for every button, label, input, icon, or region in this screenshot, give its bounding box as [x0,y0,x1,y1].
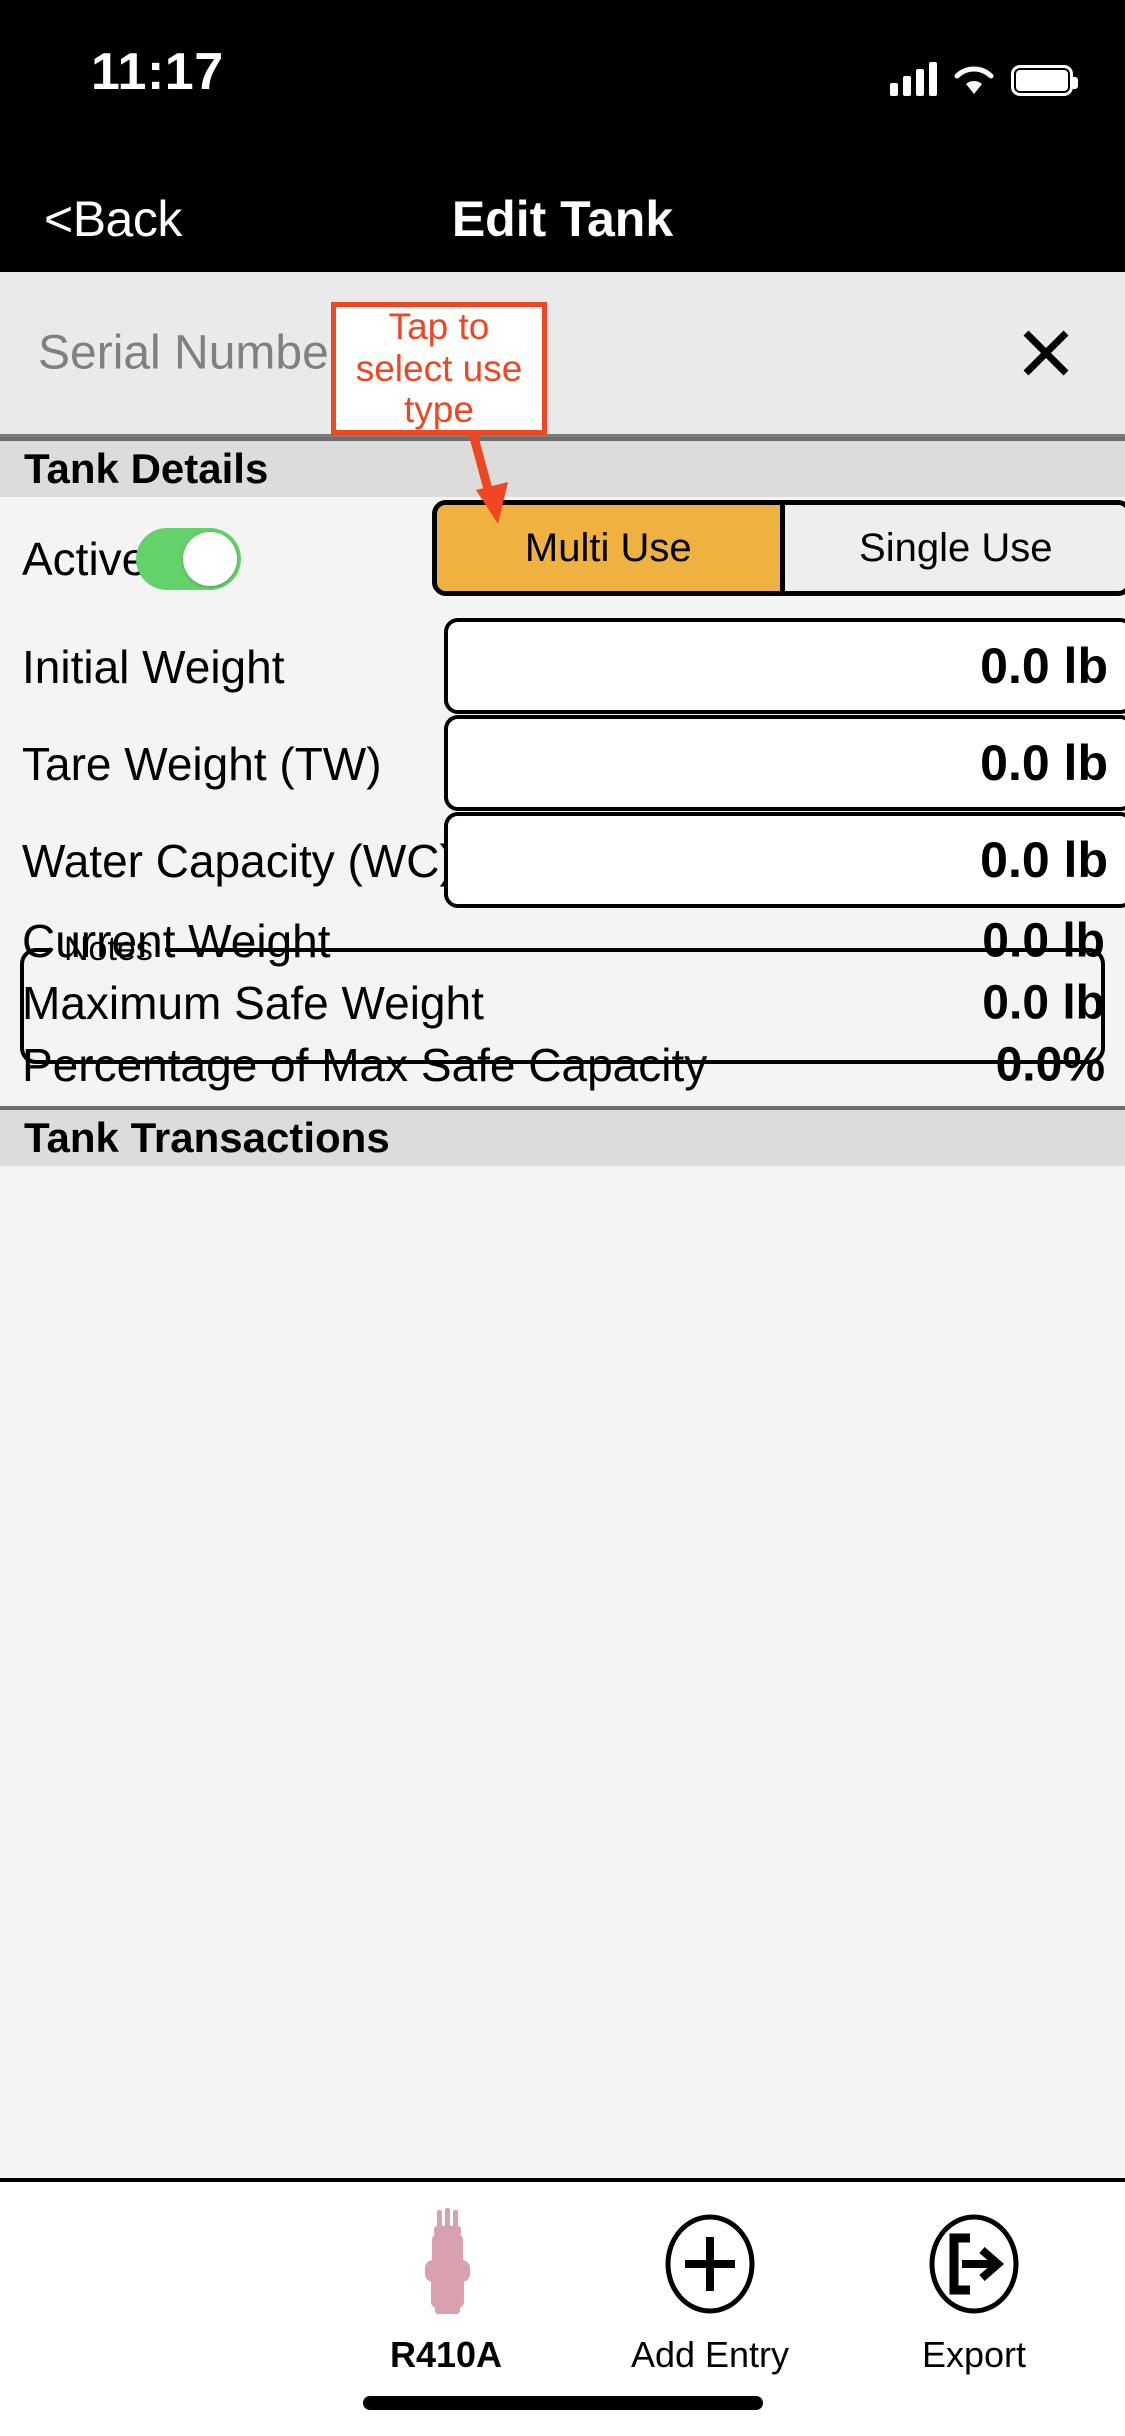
row-active: Active Multi Use Single Use [0,500,1125,618]
tab-label-r410a: R410A [389,2334,503,2375]
annotation-arrow-icon [467,428,508,524]
wifi-icon [953,64,995,96]
tank-transactions-list [0,1166,1125,2182]
clear-serial-button[interactable] [1011,318,1081,388]
status-icons [890,48,1078,96]
notes-input[interactable] [24,969,1101,1060]
notes-legend: Notes [64,930,153,968]
tab-add-entry[interactable]: Add Entry [605,2208,815,2376]
app-screen: 11:17 <Back Edit Tank Serial Number Tank… [0,0,1125,2436]
water-capacity-input[interactable]: 0.0 lb [444,812,1125,908]
tare-weight-label: Tare Weight (TW) [22,738,382,790]
close-x-icon [1023,330,1069,376]
initial-weight-label: Initial Weight [22,641,285,693]
status-time: 11:17 [91,43,224,101]
water-capacity-label: Water Capacity (WC) [22,835,455,887]
section-title-transactions: Tank Transactions [24,1114,390,1161]
status-bar: 11:17 [0,0,1125,166]
section-header-tank-transactions: Tank Transactions [0,1106,1125,1166]
row-water-capacity: Water Capacity (WC) 0.0 lb [0,812,1125,910]
initial-weight-value: 0.0 lb [980,638,1108,694]
tab-label-export: Export [921,2334,1027,2375]
battery-full-icon [1011,65,1078,96]
section-header-tank-details: Tank Details [0,437,1125,497]
water-capacity-value: 0.0 lb [980,832,1108,888]
tare-weight-value: 0.0 lb [980,735,1108,791]
plus-circle-icon [664,2208,756,2320]
notes-fieldset: Notes [20,930,1105,1064]
tab-r410a[interactable]: R410A [341,2208,551,2376]
navigation-bar: <Back Edit Tank [0,166,1125,272]
tab-label-add-entry: Add Entry [630,2334,790,2375]
active-toggle[interactable] [136,528,241,590]
segment-single-use[interactable]: Single Use [779,505,1125,591]
page-title: Edit Tank [451,191,674,247]
toggle-knob [183,532,237,586]
annotation-text: Tap to select use type [355,306,523,431]
section-title: Tank Details [24,445,269,492]
row-tare-weight: Tare Weight (TW) 0.0 lb [0,715,1125,813]
tab-export[interactable]: Export [869,2208,1079,2376]
cellular-signal-icon [890,62,937,96]
row-initial-weight: Initial Weight 0.0 lb [0,618,1125,716]
active-label: Active [22,533,148,585]
export-circle-icon [928,2208,1020,2320]
gas-tank-icon [401,2208,491,2320]
home-indicator [362,2396,763,2410]
initial-weight-input[interactable]: 0.0 lb [444,618,1125,714]
annotation-callout: Tap to select use type [331,302,547,435]
tare-weight-input[interactable]: 0.0 lb [444,715,1125,811]
serial-number-bar [0,272,1125,437]
